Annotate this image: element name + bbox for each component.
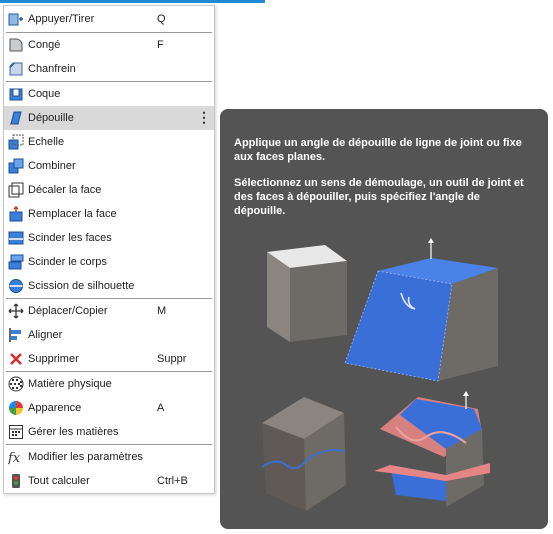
menu-item-replace-face[interactable]: Remplacer la face <box>4 202 214 226</box>
menu-item-push-pull[interactable]: Appuyer/Tirer Q <box>4 7 214 31</box>
menu-item-shortcut: M <box>157 305 167 317</box>
draft-icon <box>8 110 24 126</box>
compute-all-icon <box>8 473 24 489</box>
menu-item-label: Aligner <box>28 329 63 341</box>
draft-tooltip: Applique un angle de dépouille de ligne … <box>220 109 548 529</box>
split-face-icon <box>8 230 24 246</box>
replace-face-icon <box>8 206 24 222</box>
menu-item-label: Tout calculer <box>28 475 90 487</box>
menu-item-label: Scinder les faces <box>28 232 112 244</box>
chamfer-icon <box>8 61 24 77</box>
menu-item-label: Apparence <box>28 402 82 414</box>
offset-face-icon <box>8 182 24 198</box>
menu-item-label: Coque <box>28 88 61 100</box>
menu-item-chamfer[interactable]: Chanfrein <box>4 57 214 81</box>
menu-item-shortcut: F <box>157 39 164 51</box>
more-options-icon[interactable]: ⋮ <box>197 109 211 125</box>
menu-item-label: Gérer les matières <box>28 426 119 438</box>
menu-item-label: Appuyer/Tirer <box>28 13 95 25</box>
svg-text:fx: fx <box>8 451 21 465</box>
menu-item-label: Dépouille <box>28 112 74 124</box>
menu-item-align[interactable]: Aligner <box>4 323 214 347</box>
menu-item-label: Combiner <box>28 160 76 172</box>
menu-item-label: Congé <box>28 39 61 51</box>
menu-item-split-face[interactable]: Scinder les faces <box>4 226 214 250</box>
menu-item-label: Echelle <box>28 136 65 148</box>
physical-material-icon <box>8 376 24 392</box>
shell-icon <box>8 86 24 102</box>
menu-item-compute-all[interactable]: Tout calculer Ctrl+B <box>4 469 214 493</box>
combine-icon <box>8 158 24 174</box>
menu-item-label: Supprimer <box>28 353 79 365</box>
menu-item-scale[interactable]: Echelle <box>4 130 214 154</box>
menu-item-move-copy[interactable]: Déplacer/Copier M <box>4 299 214 323</box>
menu-item-appearance[interactable]: Apparence A <box>4 396 214 420</box>
draft-illustration <box>261 238 498 511</box>
top-accent-bar <box>0 0 265 3</box>
menu-item-shell[interactable]: Coque <box>4 82 214 106</box>
menu-item-physical-material[interactable]: Matière physique <box>4 372 214 396</box>
menu-item-label: Déplacer/Copier <box>28 305 108 317</box>
cube-with-parting-line <box>261 397 346 511</box>
delete-icon <box>8 351 24 367</box>
fillet-icon <box>8 37 24 53</box>
push-pull-icon <box>8 11 24 27</box>
menu-item-label: Matière physique <box>28 378 112 390</box>
menu-item-silhouette-split[interactable]: Scission de silhouette <box>4 274 214 298</box>
menu-item-label: Scinder le corps <box>28 256 107 268</box>
cube-before-draft <box>267 245 347 342</box>
menu-item-delete[interactable]: Supprimer Suppr <box>4 347 214 371</box>
menu-item-fillet[interactable]: Congé F <box>4 33 214 57</box>
menu-item-manage-materials[interactable]: Gérer les matières <box>4 420 214 444</box>
menu-item-shortcut: Ctrl+B <box>157 475 188 487</box>
modify-dropdown-menu: Appuyer/Tirer Q Congé F Chanfrein Coque … <box>3 5 215 494</box>
silhouette-split-icon <box>8 278 24 294</box>
align-icon <box>8 327 24 343</box>
menu-item-label: Décaler la face <box>28 184 102 196</box>
manage-materials-icon <box>8 424 24 440</box>
change-parameters-icon: fx <box>8 449 24 465</box>
menu-item-label: Chanfrein <box>28 63 76 75</box>
menu-item-offset-face[interactable]: Décaler la face <box>4 178 214 202</box>
move-icon <box>8 303 24 319</box>
menu-item-label: Remplacer la face <box>28 208 117 220</box>
menu-item-split-body[interactable]: Scinder le corps <box>4 250 214 274</box>
menu-item-shortcut: Suppr <box>157 353 187 365</box>
menu-item-draft[interactable]: Dépouille ⋮ <box>4 106 214 130</box>
menu-item-shortcut: Q <box>157 13 166 25</box>
menu-item-change-parameters[interactable]: fx Modifier les paramètres <box>4 445 214 469</box>
menu-item-shortcut: A <box>157 402 165 414</box>
menu-item-label: Scission de silhouette <box>28 280 135 292</box>
cube-after-draft <box>344 238 498 382</box>
menu-item-label: Modifier les paramètres <box>28 451 143 463</box>
menu-item-combine[interactable]: Combiner <box>4 154 214 178</box>
appearance-icon <box>8 400 24 416</box>
cube-split-parting <box>374 391 490 507</box>
split-body-icon <box>8 254 24 270</box>
scale-icon <box>8 134 24 150</box>
